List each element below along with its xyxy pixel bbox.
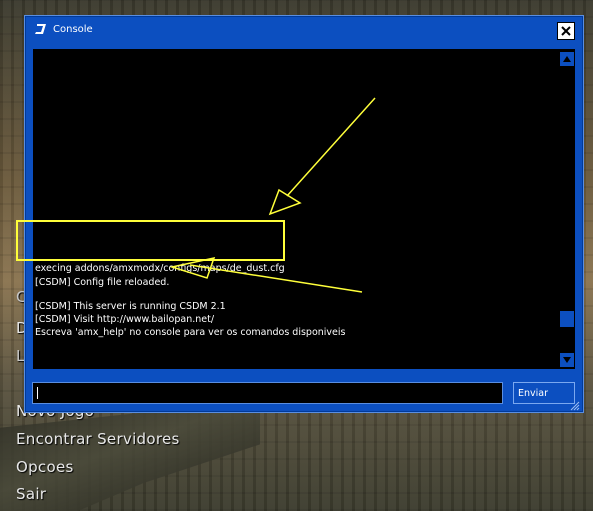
output-line: Escreva 'amx_help' no console para ver o… [35, 327, 346, 338]
scroll-down-icon [563, 357, 571, 363]
title-bar[interactable]: Console [25, 16, 583, 44]
close-button[interactable] [557, 22, 575, 40]
scroll-down-button[interactable] [560, 353, 574, 367]
menu-item-quit[interactable]: Sair [16, 485, 46, 503]
send-button[interactable]: Enviar [513, 382, 575, 404]
menu-item-find-servers[interactable]: Encontrar Servidores [16, 430, 180, 448]
resize-grip-icon[interactable] [568, 399, 580, 411]
output-line: execing addons/amxmodx/configs/maps/de_d… [35, 263, 285, 274]
scroll-up-button[interactable] [560, 52, 574, 66]
window-title: Console [53, 24, 93, 35]
command-input[interactable] [32, 382, 503, 404]
text-caret [37, 387, 38, 399]
menu-item-options[interactable]: Opcoes [16, 458, 74, 476]
output-line: [CSDM] This server is running CSDM 2.1 [35, 301, 226, 312]
scrollbar-thumb[interactable] [560, 311, 574, 327]
console-window: Console execing addons/amxmodx/configs/m… [24, 15, 584, 413]
output-scrollbar[interactable] [559, 49, 575, 369]
output-line: [CSDM] Config file reloaded. [35, 277, 170, 288]
scroll-up-icon [563, 56, 571, 62]
close-icon [561, 26, 571, 36]
console-output[interactable]: execing addons/amxmodx/configs/maps/de_d… [33, 49, 559, 369]
steam-logo-icon [35, 24, 46, 34]
output-line: [CSDM] Visit http://www.bailopan.net/ [35, 314, 215, 325]
